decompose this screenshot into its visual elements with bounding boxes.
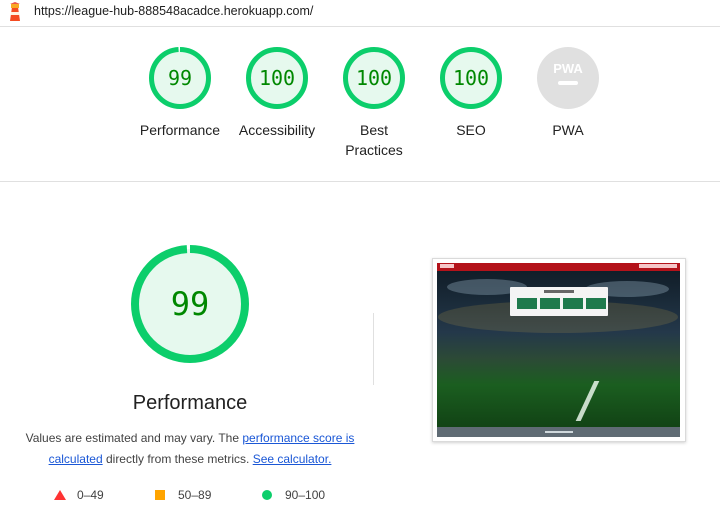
note-text: Values are estimated and may vary. The: [25, 431, 243, 445]
score-value: 100: [258, 66, 296, 90]
legend-range: 50–89: [178, 488, 212, 502]
legend-range: 0–49: [77, 488, 104, 502]
final-screenshot[interactable]: [432, 258, 686, 442]
gauge-label: PWA: [552, 122, 584, 138]
gauge-performance[interactable]: 99 Performance: [130, 46, 230, 140]
score-legend: 0–49 50–89 90–100: [0, 486, 380, 504]
page-url[interactable]: https://league-hub-888548acadce.herokuap…: [34, 4, 313, 18]
gauge-best-practices[interactable]: 100 Best Practices: [324, 46, 424, 160]
square-icon: [155, 490, 165, 500]
category-gauges: 99 Performance 100 Accessibility 100 Bes…: [0, 26, 720, 182]
legend-range: 90–100: [285, 488, 326, 502]
gauge-label: SEO: [456, 122, 486, 138]
gauge-accessibility[interactable]: 100 Accessibility: [227, 46, 327, 140]
screenshot-image: [437, 263, 680, 437]
gauge-label: Accessibility: [238, 122, 316, 138]
triangle-icon: [54, 490, 66, 500]
gauge-pwa[interactable]: PWA PWA: [518, 46, 618, 140]
gauge-label: Best Practices: [345, 122, 403, 158]
see-calculator-link[interactable]: See calculator.: [253, 452, 332, 466]
screenshot-welcome-card: [510, 287, 608, 316]
screenshot-navbar: [437, 263, 680, 271]
performance-score-gauge: 99: [130, 244, 250, 364]
pwa-badge-text: PWA: [553, 61, 583, 76]
divider: [373, 313, 374, 385]
score-ring: 99: [148, 46, 212, 110]
score-value: 100: [355, 66, 393, 90]
note-text: directly from these metrics.: [102, 452, 253, 466]
gauge-label: Performance: [139, 122, 221, 138]
pwa-badge: PWA: [536, 46, 600, 110]
performance-title: Performance: [132, 392, 248, 414]
address-bar: https://league-hub-888548acadce.herokuap…: [0, 0, 720, 27]
gauge-seo[interactable]: 100 SEO: [421, 46, 521, 140]
score-ring: 100: [439, 46, 503, 110]
performance-score-value: 99: [170, 285, 210, 323]
circle-icon: [262, 490, 272, 500]
score-ring: 100: [245, 46, 309, 110]
lighthouse-icon: [10, 2, 20, 21]
score-value: 99: [167, 66, 193, 90]
screenshot-footer: [437, 427, 680, 437]
score-ring: 100: [342, 46, 406, 110]
metrics-note: Values are estimated and may vary. The p…: [20, 428, 360, 470]
pwa-icon: PWA: [537, 47, 599, 109]
score-value: 100: [452, 66, 490, 90]
